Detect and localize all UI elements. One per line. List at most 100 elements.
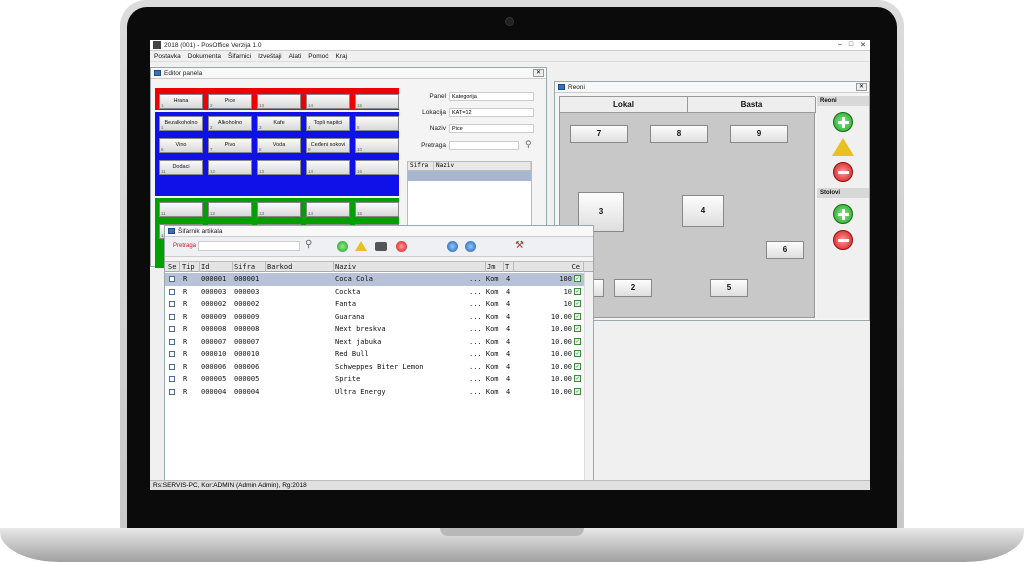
menu-kraj[interactable]: Kraj xyxy=(336,53,348,60)
add-icon[interactable] xyxy=(337,241,348,252)
panel-button[interactable]: 14 xyxy=(306,202,350,217)
panel-button[interactable]: 12 xyxy=(208,202,252,217)
column-tip[interactable]: Tip xyxy=(181,262,200,272)
pretraga-input[interactable] xyxy=(449,141,519,150)
menu-sifarnici[interactable]: Šifarnici xyxy=(228,53,251,60)
delete-reon-icon[interactable] xyxy=(833,162,853,182)
edit-reon-icon[interactable] xyxy=(832,138,854,156)
table-row[interactable]: R 000003 000003 Cockta ... Kom 4 10 ✓ xyxy=(165,286,593,299)
panel-button[interactable]: Voda 8 xyxy=(257,138,301,153)
delete-icon[interactable] xyxy=(396,241,407,252)
edit-icon[interactable] xyxy=(355,241,367,251)
menu-izvestaji[interactable]: Izveštaji xyxy=(258,53,281,60)
table-6[interactable]: 6 xyxy=(766,241,804,259)
menu-pomoc[interactable]: Pomoć xyxy=(308,53,328,60)
panel-button[interactable]: Vino 6 xyxy=(159,138,203,153)
panel-button[interactable]: 14 xyxy=(306,94,350,109)
panel-button[interactable]: 14 xyxy=(306,160,350,175)
column-barkod[interactable]: Barkod xyxy=(266,262,334,272)
add-reon-icon[interactable] xyxy=(833,112,853,132)
close-button[interactable]: ✕ xyxy=(860,41,866,49)
column-sifra[interactable]: Sifra xyxy=(233,262,266,272)
lokacija-field[interactable]: KAT=12 xyxy=(449,108,534,117)
active-checkbox[interactable]: ✓ xyxy=(574,375,581,382)
column-jm[interactable]: Jm xyxy=(486,262,504,272)
panel-field[interactable]: Kategorija xyxy=(449,92,534,101)
table-row[interactable]: R 000009 000009 Guarana ... Kom 4 10.00 ✓ xyxy=(165,311,593,324)
row-select-checkbox[interactable] xyxy=(169,326,175,332)
delete-table-icon[interactable] xyxy=(833,230,853,250)
tools-icon[interactable]: ⚒ xyxy=(515,240,524,251)
naziv-field[interactable]: Pice xyxy=(449,124,534,133)
mini-table-row[interactable] xyxy=(408,171,531,181)
row-select-checkbox[interactable] xyxy=(169,338,175,345)
row-select-checkbox[interactable] xyxy=(169,351,175,357)
column-naziv[interactable]: Naziv xyxy=(434,162,531,170)
minimize-button[interactable]: – xyxy=(838,41,842,49)
panel-button[interactable]: 13 xyxy=(257,160,301,175)
table-row[interactable]: R 000008 000008 Next breskva ... Kom 4 10.00 ✓ xyxy=(165,323,593,336)
tab-basta[interactable]: Basta xyxy=(688,97,816,112)
active-checkbox[interactable]: ✓ xyxy=(574,275,581,282)
table-row[interactable]: R 000004 000004 Ultra Energy ... Kom 4 10.00 ✓ xyxy=(165,386,593,399)
active-checkbox[interactable]: ✓ xyxy=(574,337,581,345)
maximize-button[interactable]: □ xyxy=(849,41,853,49)
close-icon[interactable]: ✕ xyxy=(856,83,867,91)
table-2[interactable]: 2 xyxy=(614,279,652,297)
row-select-checkbox[interactable] xyxy=(169,276,175,282)
active-checkbox[interactable]: ✓ xyxy=(574,325,581,332)
grid-scrollbar[interactable] xyxy=(584,272,593,490)
panel-button[interactable]: 12 xyxy=(208,160,252,175)
globe-icon[interactable] xyxy=(447,241,458,252)
table-row[interactable]: R 000002 000002 Fanta ... Kom 4 10 ✓ xyxy=(165,298,593,311)
row-select-checkbox[interactable] xyxy=(169,363,175,370)
search-icon[interactable]: ⚲ xyxy=(305,239,312,250)
column-sifra[interactable]: Sifra xyxy=(408,162,434,170)
panel-button[interactable]: 10 xyxy=(355,138,399,153)
panel-button[interactable]: 15 xyxy=(355,94,399,109)
active-checkbox[interactable]: ✓ xyxy=(574,362,581,370)
table-4[interactable]: 4 xyxy=(682,195,724,227)
add-table-icon[interactable] xyxy=(833,204,853,224)
panel-button[interactable]: Pivo 7 xyxy=(208,138,252,153)
table-5[interactable]: 5 xyxy=(710,279,748,297)
panel-button[interactable]: Bezalkoholno 1 xyxy=(159,116,203,131)
panel-button[interactable]: Kafe 3 xyxy=(257,116,301,131)
table-row[interactable]: R 000010 000010 Red Bull ... Kom 4 10.00 ✓ xyxy=(165,348,593,361)
panel-button[interactable]: Pice 2 xyxy=(208,94,252,109)
globe-sync-icon[interactable] xyxy=(465,241,476,252)
row-select-checkbox[interactable] xyxy=(169,301,175,307)
column-id[interactable]: Id xyxy=(200,262,233,272)
panel-button[interactable]: 13 xyxy=(257,202,301,217)
table-row[interactable]: R 000001 000001 Coca Cola ... Kom 4 100 ✓ xyxy=(165,273,593,286)
panel-button[interactable]: 11 xyxy=(159,202,203,217)
panel-button[interactable]: 13 xyxy=(257,94,301,109)
active-checkbox[interactable]: ✓ xyxy=(574,300,581,307)
column-naziv[interactable]: Naziv xyxy=(334,262,486,272)
table-row[interactable]: R 000007 000007 Next jabuka ... Kom 4 10.00 ✓ xyxy=(165,336,593,349)
menu-alati[interactable]: Alati xyxy=(289,53,302,60)
column-cena[interactable]: Ce xyxy=(514,262,584,272)
search-icon[interactable]: ⚲ xyxy=(525,139,532,150)
table-row[interactable]: R 000006 000006 Schweppes Biter Lemon ... Ko… xyxy=(165,361,593,374)
column-se[interactable]: Se xyxy=(167,262,180,272)
column-t[interactable]: T xyxy=(504,262,514,272)
panel-button[interactable]: 15 xyxy=(355,160,399,175)
row-select-checkbox[interactable] xyxy=(169,376,175,382)
table-7[interactable]: 7 xyxy=(570,125,628,143)
active-checkbox[interactable]: ✓ xyxy=(574,350,581,357)
row-select-checkbox[interactable] xyxy=(169,388,175,395)
panel-button[interactable]: 15 xyxy=(355,202,399,217)
tab-lokal[interactable]: Lokal xyxy=(560,97,688,112)
table-9[interactable]: 9 xyxy=(730,125,788,143)
row-select-checkbox[interactable] xyxy=(169,288,175,295)
panel-button[interactable]: Alkoholno 2 xyxy=(208,116,252,131)
panel-button[interactable]: Dodaci 11 xyxy=(159,160,203,175)
close-icon[interactable]: ✕ xyxy=(533,69,544,77)
row-select-checkbox[interactable] xyxy=(169,313,175,320)
active-checkbox[interactable]: ✓ xyxy=(574,387,581,395)
menu-postavka[interactable]: Postavka xyxy=(154,53,181,60)
table-row[interactable]: R 000005 000005 Sprite ... Kom 4 10.00 ✓ xyxy=(165,373,593,386)
menu-dokumenta[interactable]: Dokumenta xyxy=(188,53,221,60)
table-8[interactable]: 8 xyxy=(650,125,708,143)
